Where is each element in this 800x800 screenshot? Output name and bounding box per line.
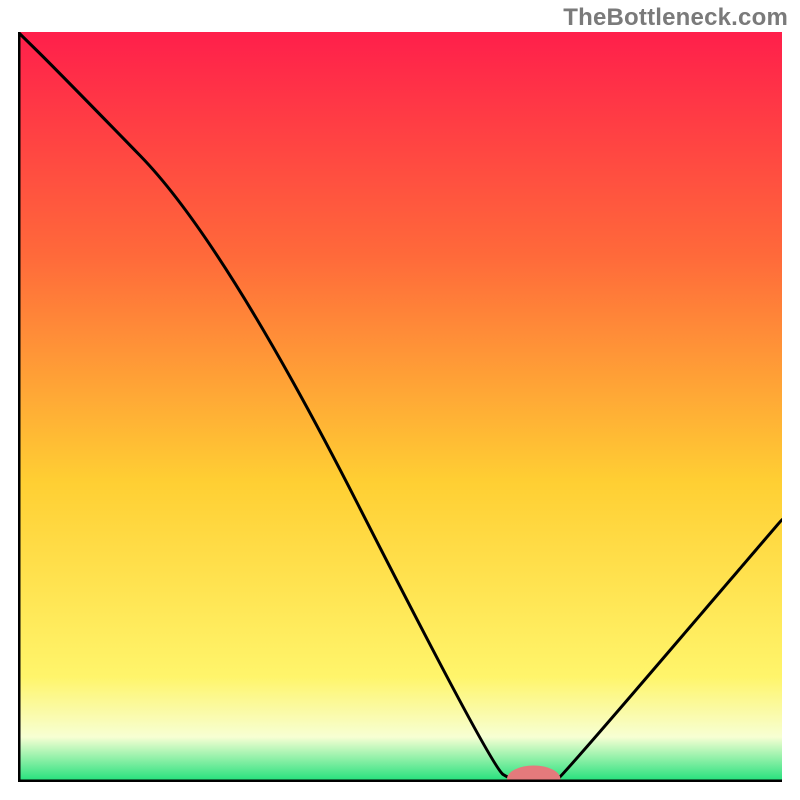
plot-area [18,32,782,782]
watermark-text: TheBottleneck.com [563,4,788,32]
gradient-background [18,32,782,782]
chart-svg [18,32,782,782]
bottleneck-chart: TheBottleneck.com [0,0,800,800]
